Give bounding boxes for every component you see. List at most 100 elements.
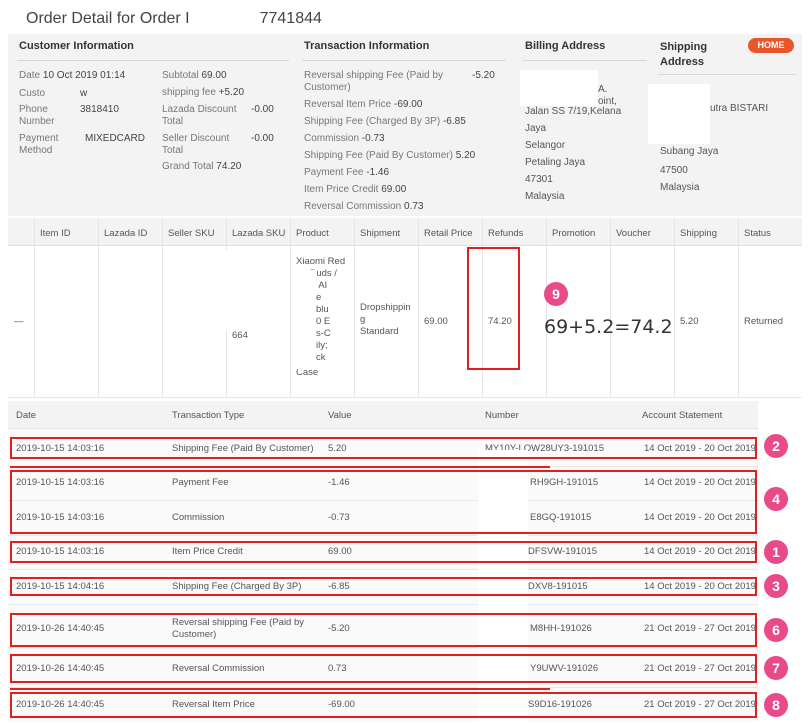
annotation-line (10, 466, 550, 468)
customer-info-title: Customer Information (19, 40, 134, 52)
tx-separator (8, 535, 758, 536)
tx-line-6: Item Price Credit 69.00 (304, 184, 407, 195)
annotation-circle-8: 8 (764, 693, 788, 717)
shipping-address-title: Shipping Address (660, 41, 708, 68)
billing-redaction (520, 70, 598, 106)
refund-highlight-box (467, 247, 520, 370)
annotation-circle-9: 9 (544, 282, 568, 306)
status-value: Returned (744, 316, 784, 327)
seller-discount-value: -0.00 (251, 133, 274, 144)
highlight-row-reversal-shipping (10, 613, 757, 647)
sku-redaction (164, 250, 276, 330)
tx-line-1: Reversal Item Price -69.00 (304, 99, 423, 110)
col-divider (162, 218, 163, 398)
tx-line-5: Payment Fee -1.46 (304, 167, 390, 178)
th-voucher: Voucher (616, 228, 651, 239)
annotation-circle-2: 2 (764, 434, 788, 458)
th-shipping: Shipping (680, 228, 717, 239)
customer-info-rule (17, 60, 289, 61)
tx-th-type: Transaction Type (172, 410, 245, 421)
product-redaction (298, 270, 316, 370)
billing-line-6: 47301 (525, 174, 553, 185)
customer-name-label: Custo (19, 88, 46, 99)
customer-name-value: w (80, 88, 88, 99)
order-number: 7741844 (259, 10, 322, 27)
shipment-value: Dropshippin g Standard (360, 302, 411, 337)
billing-line-4: Selangor (525, 140, 566, 151)
tx-th-number: Number (485, 410, 519, 421)
th-refunds: Refunds (488, 228, 524, 239)
col-divider (418, 218, 419, 398)
tx-separator (8, 569, 758, 570)
item-id-value: — (14, 316, 24, 327)
tx-th-statement: Account Statement (642, 410, 723, 421)
shipping-redaction (648, 84, 710, 144)
shipping-line-3: Malaysia (660, 182, 700, 193)
annotation-circle-1: 1 (764, 540, 788, 564)
home-badge: HOME (748, 38, 794, 53)
customer-phone-value: 3818410 (80, 104, 119, 115)
page-title-text: Order Detail for Order I (26, 10, 190, 27)
th-product: Product (296, 228, 329, 239)
col-divider (354, 218, 355, 398)
annotation-line (10, 688, 550, 690)
billing-line-0: A. (598, 84, 608, 95)
highlight-rows-fees (10, 470, 757, 534)
th-shipment: Shipment (360, 228, 401, 239)
shipping-fee: shipping fee +5.20 (162, 87, 245, 98)
tx-line-3: Commission -0.73 (304, 133, 385, 144)
tx-separator (8, 647, 758, 648)
th-lazada-sku: Lazada SKU (232, 228, 286, 239)
col-divider (290, 218, 291, 398)
subtotal: Subtotal 69.00 (162, 70, 227, 81)
th-retail-price: Retail Price (424, 228, 473, 239)
col-divider (738, 218, 739, 398)
th-promotion: Promotion (552, 228, 596, 239)
billing-line-5: Petaling Jaya (525, 157, 586, 168)
tx-line-0: Reversal shipping Fee (Paid by Customer)… (304, 70, 495, 93)
col-divider (546, 218, 547, 398)
shipping-line-2: 47500 (660, 165, 688, 176)
th-status: Status (744, 228, 771, 239)
lazada-sku-value: 664 (232, 330, 248, 341)
annotation-circle-6: 6 (764, 618, 788, 642)
col-divider (98, 218, 99, 398)
lazada-discount-value: -0.00 (251, 104, 274, 115)
highlight-row-reversal-commission (10, 654, 757, 683)
customer-payment-label: Payment Method (19, 133, 59, 156)
highlight-row-shipping-paid (10, 437, 757, 459)
annotation-circle-3: 3 (764, 574, 788, 598)
billing-line-7: Malaysia (525, 191, 565, 202)
transaction-lines: Reversal shipping Fee (Paid by Customer)… (304, 70, 504, 218)
shipping-line-0: utra BISTARI (710, 103, 769, 114)
tx-line-2: Shipping Fee (Charged By 3P) -6.85 (304, 116, 466, 127)
billing-address-title: Billing Address (525, 40, 606, 52)
lazada-discount-label: Lazada Discount Total (162, 104, 237, 127)
billing-line-2: Jalan SS 7/19,Kelana (525, 106, 622, 117)
transaction-info-rule (302, 60, 506, 61)
billing-address-rule (523, 60, 647, 61)
shipping-address-rule (658, 74, 796, 75)
col-divider (674, 218, 675, 398)
customer-date: Date 10 Oct 2019 01:14 (19, 70, 126, 81)
customer-phone-label: Phone Number (19, 104, 55, 127)
grand-total: Grand Total 74.20 (162, 161, 242, 172)
th-lazada-id: Lazada ID (104, 228, 148, 239)
tx-line-4: Shipping Fee (Paid By Customer) 5.20 (304, 150, 476, 161)
shipping-value: 5.20 (680, 316, 699, 327)
retail-price-value: 69.00 (424, 316, 448, 327)
col-divider (610, 218, 611, 398)
highlight-row-reversal-item (10, 692, 757, 718)
th-seller-sku: Seller SKU (168, 228, 215, 239)
billing-line-3: Jaya (525, 123, 547, 134)
customer-payment-value: MIXEDCARD (85, 133, 146, 144)
tx-th-date: Date (16, 410, 37, 421)
transaction-info-title: Transaction Information (304, 40, 430, 52)
annotation-circle-4: 4 (764, 487, 788, 511)
seller-discount-label: Seller Discount Total (162, 133, 230, 156)
highlight-row-shipping-3p (10, 577, 757, 596)
tx-separator (8, 604, 758, 605)
annotation-circle-7: 7 (764, 656, 788, 680)
tx-th-value: Value (328, 410, 352, 421)
col-divider (34, 218, 35, 398)
